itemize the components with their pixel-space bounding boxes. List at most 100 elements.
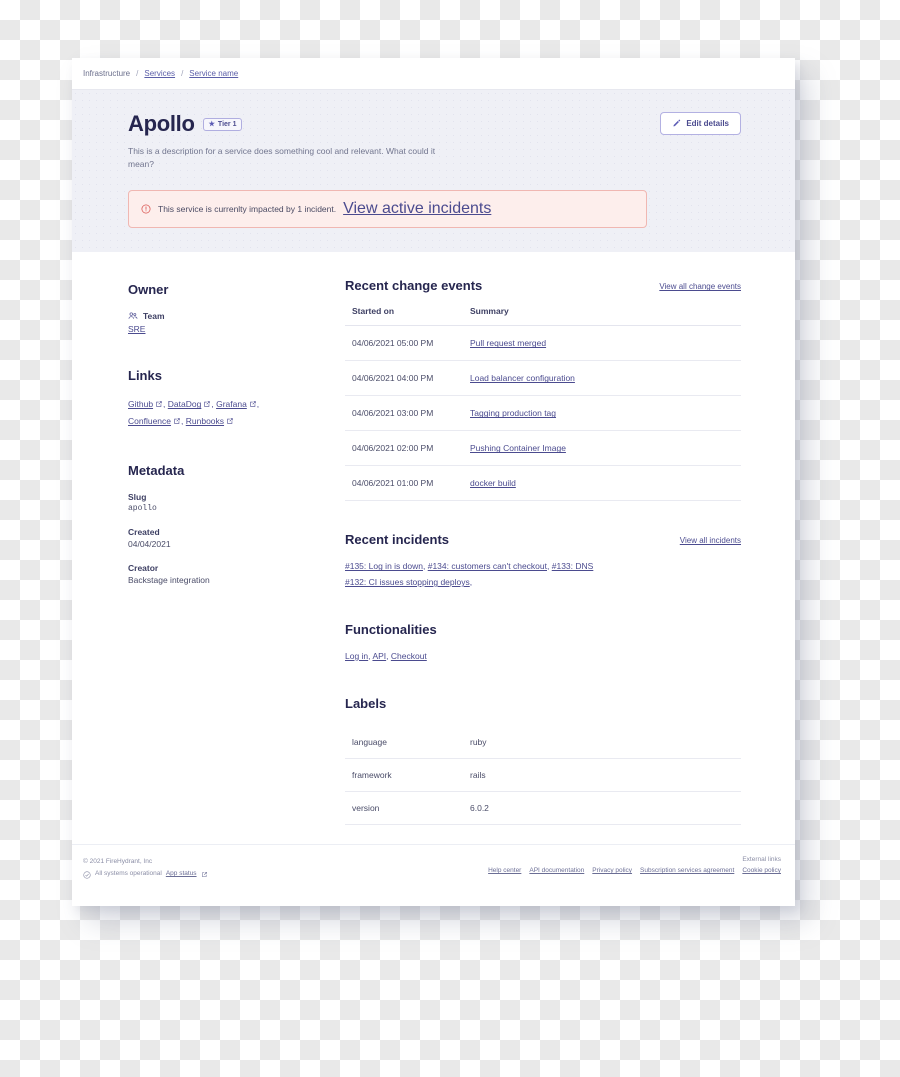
label-key: version	[345, 791, 463, 825]
event-date: 04/06/2021 04:00 PM	[345, 360, 463, 397]
exclamation-circle-icon	[141, 204, 151, 214]
footer-link-subscription-services-agreement[interactable]: Subscription services agreement	[640, 867, 734, 874]
table-header-row: Started on Summary	[345, 306, 741, 327]
table-row: 04/06/2021 04:00 PM Load balancer config…	[345, 360, 741, 397]
metadata-section-title: Metadata	[128, 463, 185, 479]
external-links-label: External links	[742, 856, 781, 863]
links-section: Links Github, DataDog, Grafana, Confluen…	[128, 368, 338, 429]
labels-section: Labels language ruby framework rails ver…	[345, 696, 741, 825]
incident-link-135[interactable]: #135: Log in is down	[345, 561, 423, 571]
footer-right: External links Help center API documenta…	[488, 856, 781, 874]
footer-left: © 2021 FireHydrant, Inc All systems oper…	[83, 856, 208, 881]
owner-row: Team	[128, 311, 338, 321]
breadcrumb-item-service-name[interactable]: Service name	[189, 69, 238, 78]
section-header: Functionalities	[345, 622, 741, 637]
table-row: 04/06/2021 02:00 PM Pushing Container Im…	[345, 430, 741, 467]
event-summary-link[interactable]: Tagging production tag	[470, 408, 556, 418]
status-row: All systems operational App status	[83, 868, 208, 880]
metadata-item-creator: Creator Backstage integration	[128, 563, 338, 585]
external-link-icon	[250, 401, 256, 408]
event-summary-link[interactable]: Pushing Container Image	[470, 443, 566, 453]
footer-link-cookie-policy[interactable]: Cookie policy	[742, 867, 781, 874]
table-row: 04/06/2021 03:00 PM Tagging production t…	[345, 395, 741, 432]
functionality-link-api[interactable]: API	[372, 651, 386, 661]
breadcrumb: Infrastructure / Services / Service name	[72, 58, 795, 90]
incidents-list: #135: Log in is down, #134: customers ca…	[345, 559, 645, 590]
tier-badge: ★ Tier 1	[202, 117, 243, 131]
event-summary: Load balancer configuration	[463, 360, 741, 397]
check-circle-icon	[83, 870, 91, 879]
event-summary-link[interactable]: Pull request merged	[470, 338, 546, 348]
breadcrumb-item-services[interactable]: Services	[144, 69, 175, 78]
link-confluence[interactable]: Confluence	[128, 416, 171, 426]
label-key: framework	[345, 758, 463, 792]
table-row: language ruby	[345, 725, 741, 759]
app-status-link[interactable]: App status	[166, 868, 197, 880]
metadata-item-slug: Slug apollo	[128, 492, 338, 513]
section-header: Labels	[345, 696, 741, 711]
footer-link-api-documentation[interactable]: API documentation	[529, 867, 584, 874]
change-events-table: Started on Summary 04/06/2021 05:00 PM P…	[345, 306, 741, 502]
label-value: ruby	[463, 725, 741, 759]
view-all-incidents-link[interactable]: View all incidents	[680, 536, 741, 547]
functionalities-list: Log in, API, Checkout	[345, 649, 645, 665]
section-header: Recent change events View all change eve…	[345, 278, 741, 293]
service-description: This is a description for a service does…	[128, 146, 436, 170]
incident-link-132[interactable]: #132: CI issues stopping deploys	[345, 577, 470, 587]
footer-link-privacy-policy[interactable]: Privacy policy	[592, 867, 632, 874]
incident-link-134[interactable]: #134: customers can't checkout	[428, 561, 547, 571]
table-row: version 6.0.2	[345, 791, 741, 825]
functionality-link-checkout[interactable]: Checkout	[391, 651, 427, 661]
breadcrumb-separator: /	[136, 69, 139, 78]
change-events-title: Recent change events	[345, 278, 483, 294]
copyright-text: © 2021 FireHydrant, Inc	[83, 858, 153, 865]
incident-alert-banner: This service is currenlty impacted by 1 …	[128, 190, 647, 229]
links-section-title: Links	[128, 368, 162, 384]
view-active-incidents-link[interactable]: View active incidents	[343, 200, 491, 218]
event-date: 04/06/2021 01:00 PM	[345, 465, 463, 502]
event-summary-link[interactable]: Load balancer configuration	[470, 373, 575, 383]
functionality-link-login[interactable]: Log in	[345, 651, 368, 661]
event-date: 04/06/2021 03:00 PM	[345, 395, 463, 432]
list-trailing-comma: ,	[469, 577, 473, 588]
view-all-change-events-link[interactable]: View all change events	[659, 282, 741, 293]
sidebar: Owner Team SRE Links Github, DataDog, Gr…	[128, 278, 338, 855]
incident-link-133[interactable]: #133: DNS	[552, 561, 594, 571]
incidents-title: Recent incidents	[345, 532, 450, 548]
edit-details-label: Edit details	[686, 119, 729, 128]
edit-details-button[interactable]: Edit details	[660, 112, 741, 135]
column-header-started-on: Started on	[345, 306, 463, 327]
event-summary: Tagging production tag	[463, 395, 741, 432]
owner-section: Owner Team SRE	[128, 282, 338, 334]
link-datadog[interactable]: DataDog	[168, 399, 202, 409]
page-footer: © 2021 FireHydrant, Inc All systems oper…	[72, 844, 795, 906]
change-events-section: Recent change events View all change eve…	[345, 278, 741, 502]
label-value: rails	[463, 758, 741, 792]
owner-label: Team	[143, 311, 165, 322]
metadata-item-created: Created 04/04/2021	[128, 527, 338, 549]
page-header: Apollo ★ Tier 1 This is a description fo…	[72, 90, 795, 253]
link-runbooks[interactable]: Runbooks	[186, 416, 224, 426]
status-text: All systems operational	[95, 870, 162, 878]
event-summary: docker build	[463, 465, 741, 502]
event-summary-link[interactable]: docker build	[470, 478, 516, 488]
page-content: Owner Team SRE Links Github, DataDog, Gr…	[72, 252, 795, 855]
event-summary: Pull request merged	[463, 325, 741, 362]
metadata-key: Created	[128, 527, 160, 538]
table-row: 04/06/2021 01:00 PM docker build	[345, 465, 741, 502]
link-grafana[interactable]: Grafana	[216, 399, 247, 409]
table-row: framework rails	[345, 758, 741, 792]
alert-message: This service is currenlty impacted by 1 …	[158, 204, 337, 215]
main-column: Recent change events View all change eve…	[338, 278, 741, 855]
breadcrumb-root: Infrastructure	[83, 69, 131, 78]
link-github[interactable]: Github	[128, 399, 153, 409]
external-link-icon	[156, 401, 162, 408]
metadata-key: Creator	[128, 563, 159, 574]
owner-team-link[interactable]: SRE	[128, 324, 338, 334]
event-date: 04/06/2021 05:00 PM	[345, 325, 463, 362]
metadata-value: 04/04/2021	[128, 539, 171, 550]
metadata-section: Metadata Slug apollo Created 04/04/2021 …	[128, 463, 338, 585]
footer-link-help-center[interactable]: Help center	[488, 867, 521, 874]
pencil-icon	[673, 119, 681, 127]
label-key: language	[345, 725, 463, 759]
